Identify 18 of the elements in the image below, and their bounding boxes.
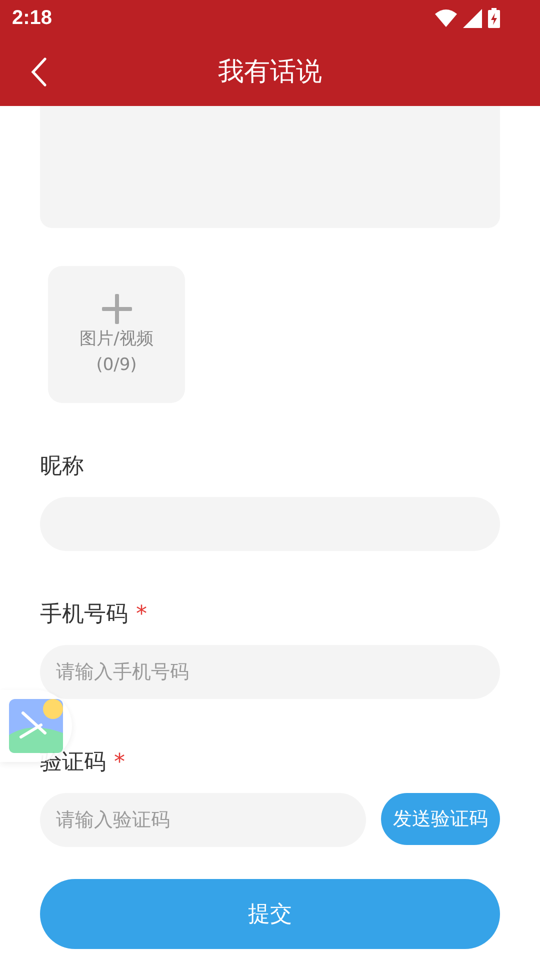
submit-button[interactable]: 提交 bbox=[40, 879, 500, 949]
send-code-button[interactable]: 发送验证码 bbox=[381, 793, 500, 845]
plus-icon bbox=[100, 292, 134, 326]
input-field[interactable]: 请输入手机号码 bbox=[40, 645, 500, 699]
required-mark: * bbox=[114, 750, 125, 775]
image-icon[interactable] bbox=[9, 699, 63, 753]
wifi-icon bbox=[435, 9, 457, 27]
field-label: 昵称 bbox=[40, 454, 84, 479]
clock-time: 2:18 bbox=[12, 6, 52, 30]
input-field[interactable]: 请输入验证码 bbox=[40, 793, 366, 847]
upload-button[interactable]: 图片/视频 (0/9) bbox=[48, 266, 185, 403]
page-title: 我有话说 bbox=[218, 56, 322, 88]
content-text-area[interactable] bbox=[40, 106, 500, 228]
field-label: 手机号码 bbox=[40, 602, 128, 627]
required-mark: * bbox=[136, 602, 147, 627]
signal-icon bbox=[463, 8, 482, 28]
field-label: 验证码 bbox=[40, 750, 106, 775]
battery-icon bbox=[488, 8, 500, 28]
